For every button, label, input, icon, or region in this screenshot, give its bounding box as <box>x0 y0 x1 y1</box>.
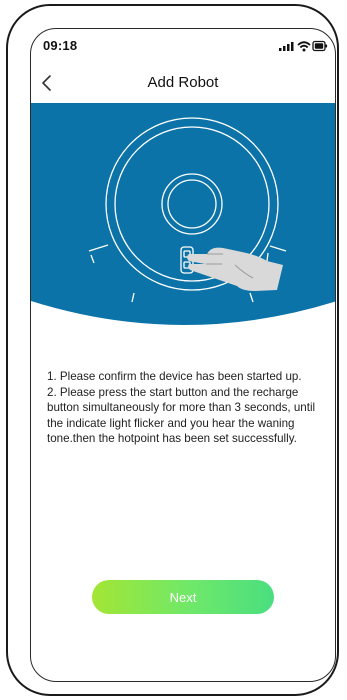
status-bar: 09:18 <box>31 29 335 65</box>
phone-frame: 09:18 Add Robot 1. Please confirm the de… <box>6 4 339 696</box>
next-button[interactable]: Next <box>92 580 274 614</box>
nav-bar: Add Robot <box>31 65 335 101</box>
instruction-step-2: 2. Please press the start button and the… <box>47 385 316 446</box>
app-screen: 09:18 Add Robot 1. Please confirm the de… <box>30 28 336 682</box>
instructions-text: 1. Please confirm the device has been st… <box>47 369 323 447</box>
chevron-left-icon <box>42 75 51 91</box>
signal-icon <box>279 42 294 51</box>
back-button[interactable] <box>33 65 61 101</box>
robot-illustration <box>31 103 335 343</box>
status-time: 09:18 <box>43 38 78 53</box>
illustration-background <box>31 103 335 325</box>
page-title: Add Robot <box>147 74 219 91</box>
wifi-icon <box>297 41 311 52</box>
status-icons <box>279 40 328 52</box>
instruction-step-1: 1. Please confirm the device has been st… <box>47 370 302 383</box>
battery-icon <box>312 40 328 52</box>
